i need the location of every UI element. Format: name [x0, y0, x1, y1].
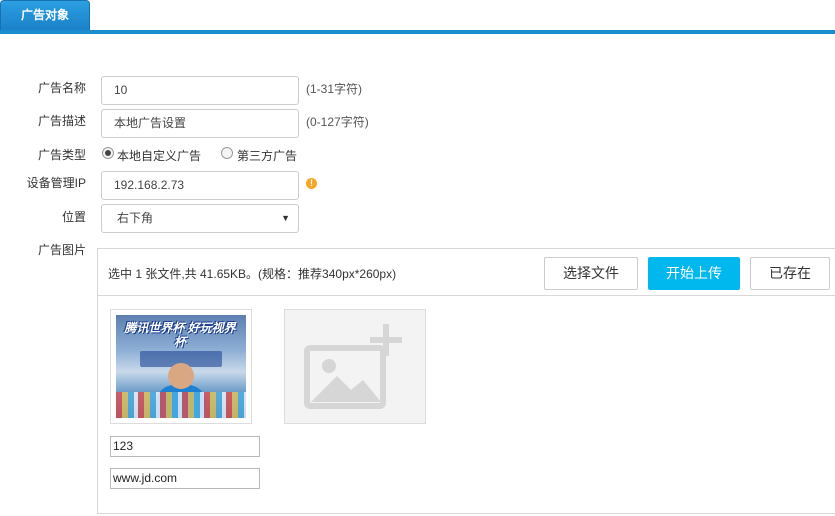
image-plus-icon [304, 324, 402, 409]
poster-title: 腾讯世界杯 好玩视界杯 [124, 321, 236, 349]
tab-bar: 广告对象 [0, 0, 835, 34]
radio-local-custom[interactable] [102, 147, 114, 159]
position-label: 位置 [61, 210, 86, 224]
already-exists-button[interactable]: 已存在 [750, 257, 830, 290]
poster-image: 腾讯世界杯 好玩视界杯 [116, 315, 246, 418]
radio-local-custom-label[interactable]: 本地自定义广告 [117, 147, 201, 164]
device-ip-label: 设备管理IP [26, 176, 86, 190]
radio-third-party-label[interactable]: 第三方广告 [237, 147, 297, 164]
add-image-slot[interactable] [284, 309, 426, 424]
position-selected-value: 右下角 [117, 211, 154, 225]
choose-file-button[interactable]: 选择文件 [544, 257, 638, 290]
ad-image-label: 广告图片 [37, 243, 86, 257]
ad-name-input[interactable]: 10 [101, 76, 299, 105]
start-upload-button[interactable]: 开始上传 [648, 257, 740, 290]
ad-description-hint: (0-127字符) [306, 115, 369, 129]
image-url-input[interactable]: www.jd.com [110, 468, 260, 489]
ad-description-label: 广告描述 [37, 114, 86, 128]
ad-name-hint: (1-31字符) [306, 82, 363, 96]
upload-toolbar: 选中 1 张文件,共 41.65KB。(规格：推荐340px*260px) 选择… [98, 249, 835, 296]
radio-third-party[interactable] [221, 147, 233, 159]
warning-icon: ! [306, 178, 317, 189]
tab-ad-object[interactable]: 广告对象 [0, 0, 90, 30]
ad-description-input[interactable]: 本地广告设置 [101, 109, 299, 138]
device-ip-input[interactable]: 192.168.2.73 [101, 171, 299, 200]
poster-crowd [116, 392, 246, 418]
upload-status-text: 选中 1 张文件,共 41.65KB。(规格：推荐340px*260px) [108, 267, 397, 281]
ad-type-label: 广告类型 [37, 148, 86, 162]
poster-figure-head [168, 363, 194, 389]
uploaded-image-thumbnail[interactable]: 腾讯世界杯 好玩视界杯 [110, 309, 252, 424]
image-name-input[interactable]: 123 [110, 436, 260, 457]
upload-panel: 选中 1 张文件,共 41.65KB。(规格：推荐340px*260px) 选择… [97, 248, 835, 514]
chevron-down-icon: ▼ [281, 213, 290, 223]
position-select[interactable]: 右下角 ▼ [101, 204, 299, 233]
ad-name-label: 广告名称 [37, 81, 86, 95]
